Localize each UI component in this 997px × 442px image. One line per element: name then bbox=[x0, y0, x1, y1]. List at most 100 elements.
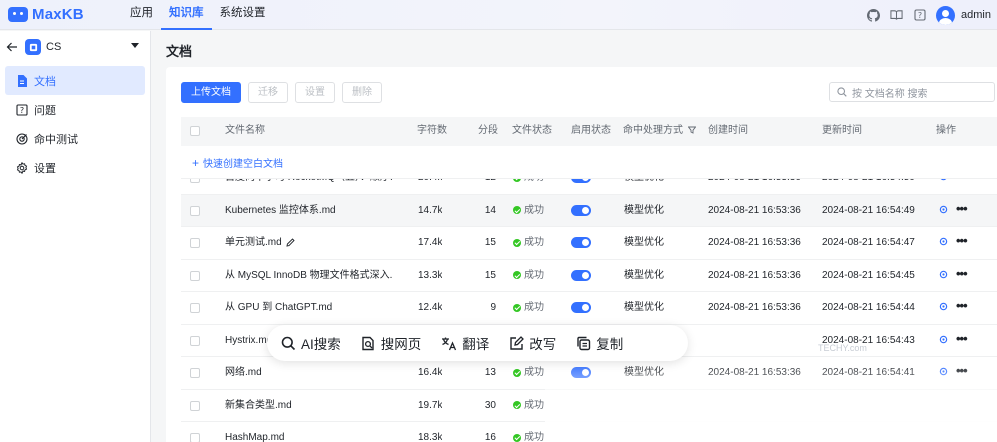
row-checkbox[interactable] bbox=[190, 368, 200, 378]
file-name[interactable]: HashMap.md bbox=[225, 422, 284, 442]
column-actions: 操作 bbox=[936, 125, 956, 136]
document-toolbar: 上传文档 迁移 设置 删除 bbox=[181, 82, 382, 103]
sidebar-item-questions[interactable]: ? 问题 bbox=[5, 95, 145, 124]
table-row[interactable]: 从 MySQL InnoDB 物理文件格式深入... 13.3k 15 成功 模型优化 2… bbox=[181, 260, 997, 292]
file-name[interactable]: 从 MySQL InnoDB 物理文件格式深入... bbox=[225, 260, 393, 291]
ai-search-button[interactable]: AI搜索 bbox=[281, 333, 341, 353]
row-checkbox[interactable] bbox=[190, 179, 200, 183]
settings-icon[interactable] bbox=[939, 302, 948, 311]
column-name[interactable]: 文件名称 bbox=[225, 117, 265, 145]
quick-create-link[interactable]: + 快速创建空白文档 bbox=[192, 155, 283, 171]
file-status: 成功 bbox=[513, 179, 544, 193]
row-checkbox[interactable] bbox=[190, 270, 200, 281]
file-status: 成功 bbox=[513, 227, 544, 258]
search-icon bbox=[281, 336, 296, 350]
row-checkbox[interactable] bbox=[190, 205, 200, 216]
more-icon[interactable]: ••• bbox=[956, 325, 968, 353]
select-all-checkbox[interactable] bbox=[190, 126, 200, 136]
user-avatar[interactable] bbox=[936, 5, 956, 25]
file-name[interactable]: Kubernetes 监控体系.md bbox=[225, 195, 336, 226]
more-icon[interactable]: ••• bbox=[956, 292, 968, 320]
char-count: 18.3k bbox=[418, 432, 443, 442]
enable-toggle[interactable] bbox=[571, 204, 591, 216]
enable-toggle[interactable] bbox=[571, 179, 591, 183]
more-icon[interactable]: ••• bbox=[956, 260, 968, 288]
column-chars[interactable]: 字符数 bbox=[417, 117, 447, 145]
rewrite-button[interactable]: 改写 bbox=[509, 333, 556, 353]
copy-button[interactable]: 复制 bbox=[576, 333, 623, 353]
segment-count: 30 bbox=[484, 399, 496, 411]
user-name[interactable]: admin bbox=[961, 9, 991, 21]
upload-document-button[interactable]: 上传文档 bbox=[181, 82, 241, 103]
column-hit-method[interactable]: 命中处理方式 bbox=[623, 117, 697, 145]
search-input[interactable]: 按 文档名称 搜索 bbox=[829, 82, 995, 102]
updated-time: 2024-08-21 16:54:47 bbox=[822, 237, 915, 248]
caret-down-icon[interactable] bbox=[131, 43, 139, 48]
quick-create-row bbox=[181, 146, 997, 179]
page-title: 文档 bbox=[166, 44, 193, 59]
settings-icon[interactable] bbox=[939, 205, 948, 214]
settings-icon[interactable] bbox=[939, 335, 948, 344]
table-row[interactable]: 从 GPU 到 ChatGPT.md 12.4k 9 成功 模型优化 2024-08-21… bbox=[181, 292, 997, 325]
settings-icon[interactable] bbox=[939, 237, 948, 246]
row-checkbox[interactable] bbox=[190, 238, 200, 248]
row-checkbox[interactable] bbox=[190, 335, 200, 346]
delete-button[interactable]: 删除 bbox=[342, 82, 382, 103]
translate-button[interactable]: 翻译 bbox=[441, 333, 489, 353]
settings-icon[interactable] bbox=[939, 270, 948, 279]
column-file-status[interactable]: 文件状态 bbox=[512, 117, 552, 145]
row-checkbox[interactable] bbox=[190, 303, 200, 313]
file-name[interactable]: 从 GPU 到 ChatGPT.md bbox=[225, 292, 332, 323]
question-icon: ? bbox=[16, 103, 28, 116]
more-icon[interactable]: ••• bbox=[956, 227, 968, 255]
row-checkbox[interactable] bbox=[190, 400, 200, 411]
back-arrow-icon[interactable] bbox=[6, 41, 18, 53]
nav-item-knowledge[interactable]: 知识库 bbox=[161, 0, 212, 30]
file-name[interactable]: 新集合类型.md bbox=[225, 390, 292, 421]
row-checkbox[interactable] bbox=[190, 433, 200, 442]
sidebar-item-documents[interactable]: 文档 bbox=[5, 66, 145, 95]
kb-selector[interactable]: CS bbox=[0, 31, 150, 63]
sidebar-item-label: 命中测试 bbox=[34, 133, 78, 146]
sidebar-item-label: 文档 bbox=[34, 75, 56, 88]
hit-method: 模型优化 bbox=[624, 237, 664, 248]
column-updated[interactable]: 更新时间 bbox=[822, 117, 862, 145]
created-time: 2024-08-21 16:53:36 bbox=[708, 204, 801, 216]
github-icon[interactable] bbox=[867, 8, 881, 22]
table-row[interactable]: Kubernetes 监控体系.md 14.7k 14 成功 模型优化 2024-08-2… bbox=[181, 194, 997, 227]
filter-icon[interactable] bbox=[687, 126, 697, 134]
migrate-button[interactable]: 迁移 bbox=[248, 82, 288, 103]
settings-icon[interactable] bbox=[939, 179, 948, 181]
edit-icon[interactable] bbox=[286, 238, 295, 247]
char-count: 12.4k bbox=[418, 302, 443, 313]
more-icon[interactable]: ••• bbox=[956, 195, 968, 223]
column-enable-status[interactable]: 启用状态 bbox=[571, 117, 611, 145]
help-icon[interactable]: ? bbox=[913, 9, 926, 22]
file-name[interactable]: 百度向下学习 RocketMQ（五）：顺序... bbox=[225, 179, 393, 193]
enable-toggle[interactable] bbox=[571, 237, 591, 248]
web-search-button[interactable]: 搜网页 bbox=[361, 333, 421, 353]
success-icon bbox=[513, 271, 521, 279]
more-icon[interactable]: ••• bbox=[956, 179, 968, 190]
file-name[interactable]: 网络.md bbox=[225, 357, 262, 388]
hit-method: 模型优化 bbox=[624, 179, 664, 193]
table-row[interactable]: 百度向下学习 RocketMQ（五）：顺序... 20.4k 12 成功 模型优化 202… bbox=[181, 179, 997, 195]
nav-item-apps[interactable]: 应用 bbox=[122, 0, 161, 30]
enable-toggle[interactable] bbox=[571, 302, 591, 313]
column-segments[interactable]: 分段 bbox=[478, 117, 498, 145]
table-row[interactable]: 单元测试.md 17.4k 15 成功 模型优化 2024-08-21 16:53:36 2… bbox=[181, 227, 997, 260]
enable-toggle[interactable] bbox=[571, 269, 591, 281]
web-search-icon bbox=[362, 336, 374, 350]
sidebar-item-settings[interactable]: 设置 bbox=[5, 153, 145, 182]
file-name[interactable]: 单元测试.md bbox=[225, 227, 295, 258]
sidebar-item-label: 设置 bbox=[34, 162, 56, 175]
settings-button[interactable]: 设置 bbox=[295, 82, 335, 103]
column-created[interactable]: 创建时间 bbox=[708, 117, 748, 145]
char-count: 16.4k bbox=[418, 367, 443, 378]
file-name[interactable]: Hystrix.md bbox=[225, 325, 272, 356]
book-icon[interactable] bbox=[890, 9, 903, 22]
hit-method: 模型优化 bbox=[624, 302, 664, 313]
logo[interactable]: MaxKB bbox=[8, 6, 122, 23]
nav-item-system-settings[interactable]: 系统设置 bbox=[212, 0, 274, 30]
sidebar-item-hit-test[interactable]: 命中测试 bbox=[5, 124, 145, 153]
